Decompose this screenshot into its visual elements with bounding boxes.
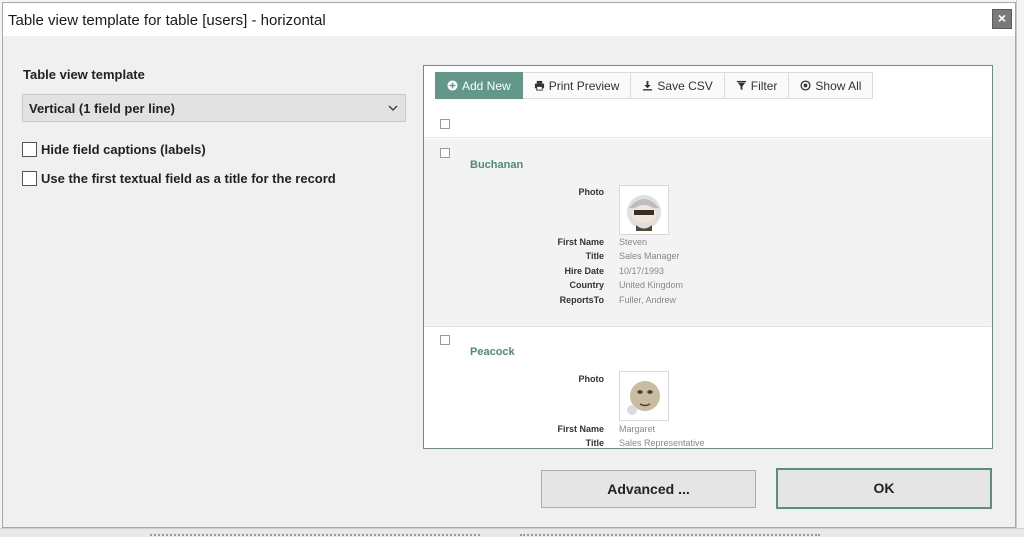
advanced-button[interactable]: Advanced ...: [541, 470, 756, 508]
close-icon: ×: [997, 10, 1007, 26]
background-divider: [1016, 0, 1017, 537]
field-label: ReportsTo: [559, 295, 604, 305]
add-new-button[interactable]: Add New: [435, 72, 523, 99]
print-preview-label: Print Preview: [548, 78, 620, 93]
field-label: Title: [585, 251, 604, 261]
record-row: Buchanan Photo First Name Steven Title S…: [424, 139, 992, 327]
printer-icon: [534, 80, 544, 91]
table-view-template-dialog: Table view template for table [users] - …: [2, 2, 1016, 528]
field-value: Sales Representative: [619, 438, 705, 448]
field-value: Margaret: [619, 424, 656, 434]
field-value: Steven: [619, 237, 648, 247]
field-label: First Name: [557, 237, 604, 247]
hide-captions-label: Hide field captions (labels): [41, 141, 206, 157]
background-strip: [0, 528, 1024, 537]
record-photo: [619, 185, 669, 235]
background-blurred-text: [520, 530, 820, 536]
field-value: Sales Manager: [619, 251, 680, 261]
filter-icon: [736, 80, 746, 91]
template-select[interactable]: Vertical (1 field per line): [22, 94, 406, 122]
dialog-title: Table view template for table [users] - …: [8, 12, 326, 29]
save-csv-button[interactable]: Save CSV: [631, 72, 725, 99]
first-field-title-option[interactable]: Use the first textual field as a title f…: [22, 169, 336, 187]
record-row: Peacock Photo First Name Margaret Title …: [424, 328, 992, 448]
first-field-title-label: Use the first textual field as a title f…: [41, 170, 336, 186]
field-label: Photo: [578, 374, 605, 384]
hide-captions-checkbox[interactable]: [22, 141, 37, 157]
record-title: Peacock: [470, 346, 515, 358]
template-select-value: Vertical (1 field per line): [29, 101, 175, 116]
preview-header-row: [424, 111, 992, 138]
plus-circle-icon: [447, 80, 458, 91]
record-title: Buchanan: [470, 159, 524, 171]
preview-panel: Add New Print Preview Save CSV Filter Sh…: [423, 65, 993, 449]
field-value: United Kingdom: [619, 280, 684, 290]
close-button[interactable]: ×: [992, 9, 1012, 29]
ok-button[interactable]: OK: [776, 468, 992, 509]
chevron-down-icon: [388, 105, 398, 112]
record-checkbox[interactable]: [440, 148, 450, 158]
field-label: Photo: [578, 187, 605, 197]
show-all-label: Show All: [815, 78, 862, 93]
record-photo: [619, 371, 669, 421]
field-label: Title: [585, 438, 604, 448]
field-value: Fuller, Andrew: [619, 295, 677, 305]
select-all-checkbox[interactable]: [440, 119, 450, 129]
first-field-title-checkbox[interactable]: [22, 170, 37, 186]
avatar-cartoon-icon: [627, 381, 660, 415]
add-new-label: Add New: [462, 78, 511, 93]
preview-toolbar: Add New Print Preview Save CSV Filter Sh…: [435, 72, 874, 99]
target-circle-icon: [800, 80, 811, 91]
dialog-titlebar[interactable]: Table view template for table [users] - …: [3, 3, 1015, 36]
field-value: 10/17/1993: [619, 266, 665, 276]
filter-label: Filter: [750, 78, 778, 93]
avatar-cartoon-icon: [627, 195, 661, 231]
record-checkbox[interactable]: [440, 335, 450, 345]
download-icon: [643, 80, 653, 91]
save-csv-label: Save CSV: [657, 78, 713, 93]
field-label: Country: [569, 280, 605, 290]
field-label: Hire Date: [564, 266, 604, 276]
hide-captions-option[interactable]: Hide field captions (labels): [22, 140, 206, 158]
field-label: First Name: [557, 424, 604, 434]
print-preview-button[interactable]: Print Preview: [522, 72, 632, 99]
filter-button[interactable]: Filter: [724, 72, 790, 99]
background-blurred-text: [150, 530, 480, 536]
show-all-button[interactable]: Show All: [789, 72, 874, 99]
template-label: Table view template: [23, 67, 145, 82]
